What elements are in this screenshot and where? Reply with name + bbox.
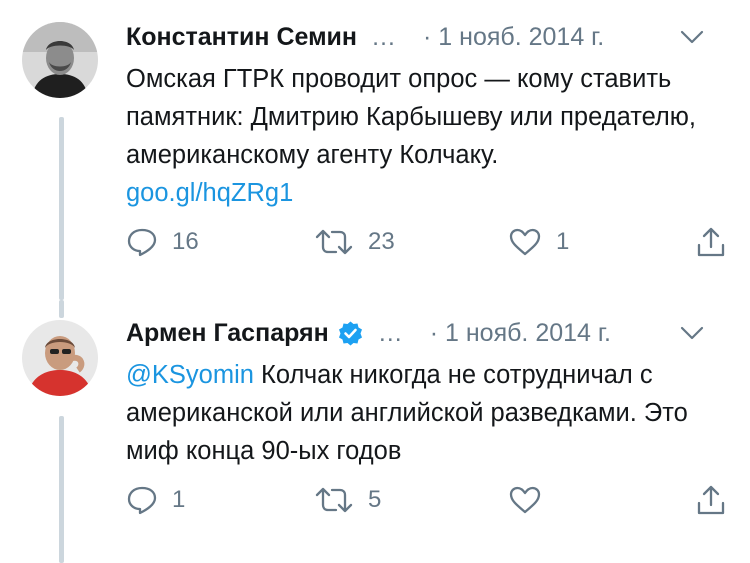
thread-line [59,117,64,300]
tweet-date[interactable]: · 1 нояб. 2014 г. [423,23,604,52]
mention-link[interactable]: @KSyomin [126,361,254,389]
share-icon [697,485,725,515]
tweet-link[interactable]: goo.gl/hqZRg1 [126,179,293,207]
avatar-armen-gasparyan[interactable] [22,320,98,396]
tweet-body: Омская ГТРК проводит опрос — кому ставит… [126,65,697,169]
verified-badge-icon [337,320,364,347]
retweet-icon [315,487,353,513]
retweet-button[interactable]: 5 [314,480,381,520]
tweet-armen-gasparyan[interactable]: Армен Гаспарян … · 1 нояб. 2014 г. @KSyo… [0,300,750,563]
share-icon [697,227,725,257]
tweet-date[interactable]: · 1 нояб. 2014 г. [430,319,611,348]
share-button[interactable] [696,480,726,520]
heart-icon [509,228,541,256]
tweet-header: Константин Семин … · 1 нояб. 2014 г. [126,20,728,54]
reply-icon [127,228,157,257]
share-button[interactable] [696,222,726,262]
reply-count: 16 [172,228,199,255]
retweet-icon [315,229,353,255]
retweet-count: 5 [368,486,382,513]
retweet-count: 23 [368,228,395,255]
tweet-text: @KSyomin Колчак никогда не сотрудничал с… [126,356,732,470]
chevron-down-icon[interactable] [678,24,706,50]
tweet-actions: 1 5 [126,480,728,520]
retweet-button[interactable]: 23 [314,222,395,262]
reply-icon [127,486,157,515]
author-name[interactable]: Армен Гаспарян [126,319,329,348]
tweet-header: Армен Гаспарян … · 1 нояб. 2014 г. [126,316,728,350]
tweet-konstantin-semin[interactable]: Константин Семин … · 1 нояб. 2014 г. Омс… [0,0,750,300]
thread-line [59,416,64,563]
tweet-text: Омская ГТРК проводит опрос — кому ставит… [126,60,732,212]
like-count: 1 [556,228,570,255]
avatar-konstantin-semin[interactable] [22,22,98,98]
name-ellipsis: … [377,318,404,347]
reply-count: 1 [172,486,186,513]
like-button[interactable] [508,480,556,520]
thread-line [59,300,64,318]
chevron-down-icon[interactable] [678,320,706,346]
name-ellipsis: … [371,22,398,51]
like-button[interactable]: 1 [508,222,569,262]
reply-button[interactable]: 1 [126,480,185,520]
tweet-actions: 16 23 1 [126,222,728,262]
reply-button[interactable]: 16 [126,222,199,262]
heart-icon [509,486,541,514]
author-name[interactable]: Константин Семин [126,23,357,52]
